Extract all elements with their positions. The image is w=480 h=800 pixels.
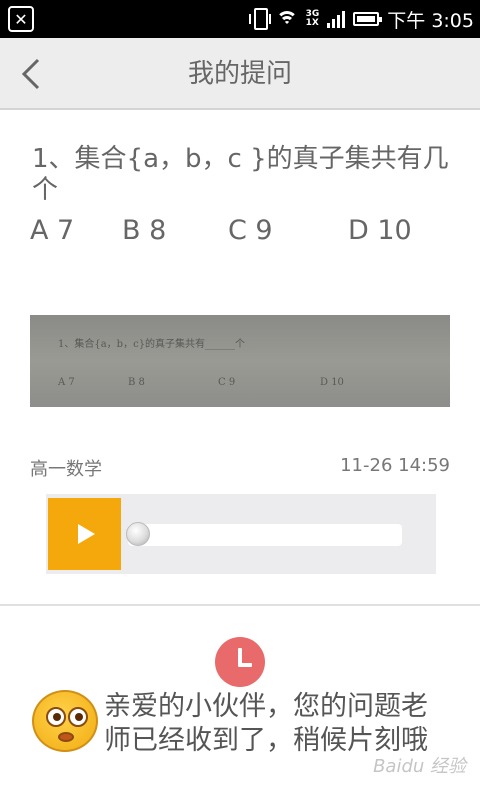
back-button[interactable] [16, 56, 46, 92]
audio-progress-track[interactable] [128, 524, 402, 546]
network-type-bottom: 1X [305, 18, 319, 28]
audio-player [46, 494, 436, 574]
network-type-icon: 3G 1X [306, 10, 320, 28]
photo-option-b: B 8 [128, 377, 145, 388]
option-c: C 9 [228, 215, 273, 246]
status-bar: ✕ 3G 1X 下午 3:05 [0, 0, 480, 38]
pending-clock-icon [215, 637, 265, 687]
signal-icon [327, 10, 346, 28]
photo-text-line: 1、集合{a，b，c}的真子集共有______个 [58, 339, 246, 350]
play-icon [78, 524, 95, 544]
audio-progress-thumb[interactable] [126, 522, 150, 546]
header-bar: 我的提问 [0, 38, 480, 110]
vibrate-icon [248, 8, 271, 30]
emoji-avatar-icon [32, 690, 98, 752]
photo-option-c: C 9 [218, 377, 236, 388]
chevron-left-icon [21, 58, 40, 90]
question-text: 1、集合{a，b，c }的真子集共有几个 [32, 144, 449, 205]
play-button[interactable] [48, 498, 121, 570]
question-timestamp: 11-26 14:59 [340, 455, 450, 476]
wifi-icon [275, 9, 298, 29]
watermark: Baidu 经验 [373, 756, 466, 777]
photo-option-a: A 7 [58, 377, 75, 388]
question-photo[interactable]: 1、集合{a，b，c}的真子集共有______个 A 7 B 8 C 9 D 1… [30, 315, 450, 407]
status-icons: 3G 1X 下午 3:05 [248, 0, 474, 38]
status-time: 下午 3:05 [387, 9, 474, 32]
divider [0, 604, 480, 606]
page-title: 我的提问 [187, 59, 292, 89]
question-options: A 7 B 8 C 9 D 10 [30, 215, 460, 249]
option-a: A 7 [30, 215, 75, 246]
photo-option-d: D 10 [320, 377, 344, 388]
option-d: D 10 [348, 215, 412, 246]
app-notification-icon: ✕ [8, 6, 34, 32]
subject-label: 高一数学 [30, 459, 102, 480]
battery-icon [353, 12, 383, 26]
option-b: B 8 [122, 215, 167, 246]
